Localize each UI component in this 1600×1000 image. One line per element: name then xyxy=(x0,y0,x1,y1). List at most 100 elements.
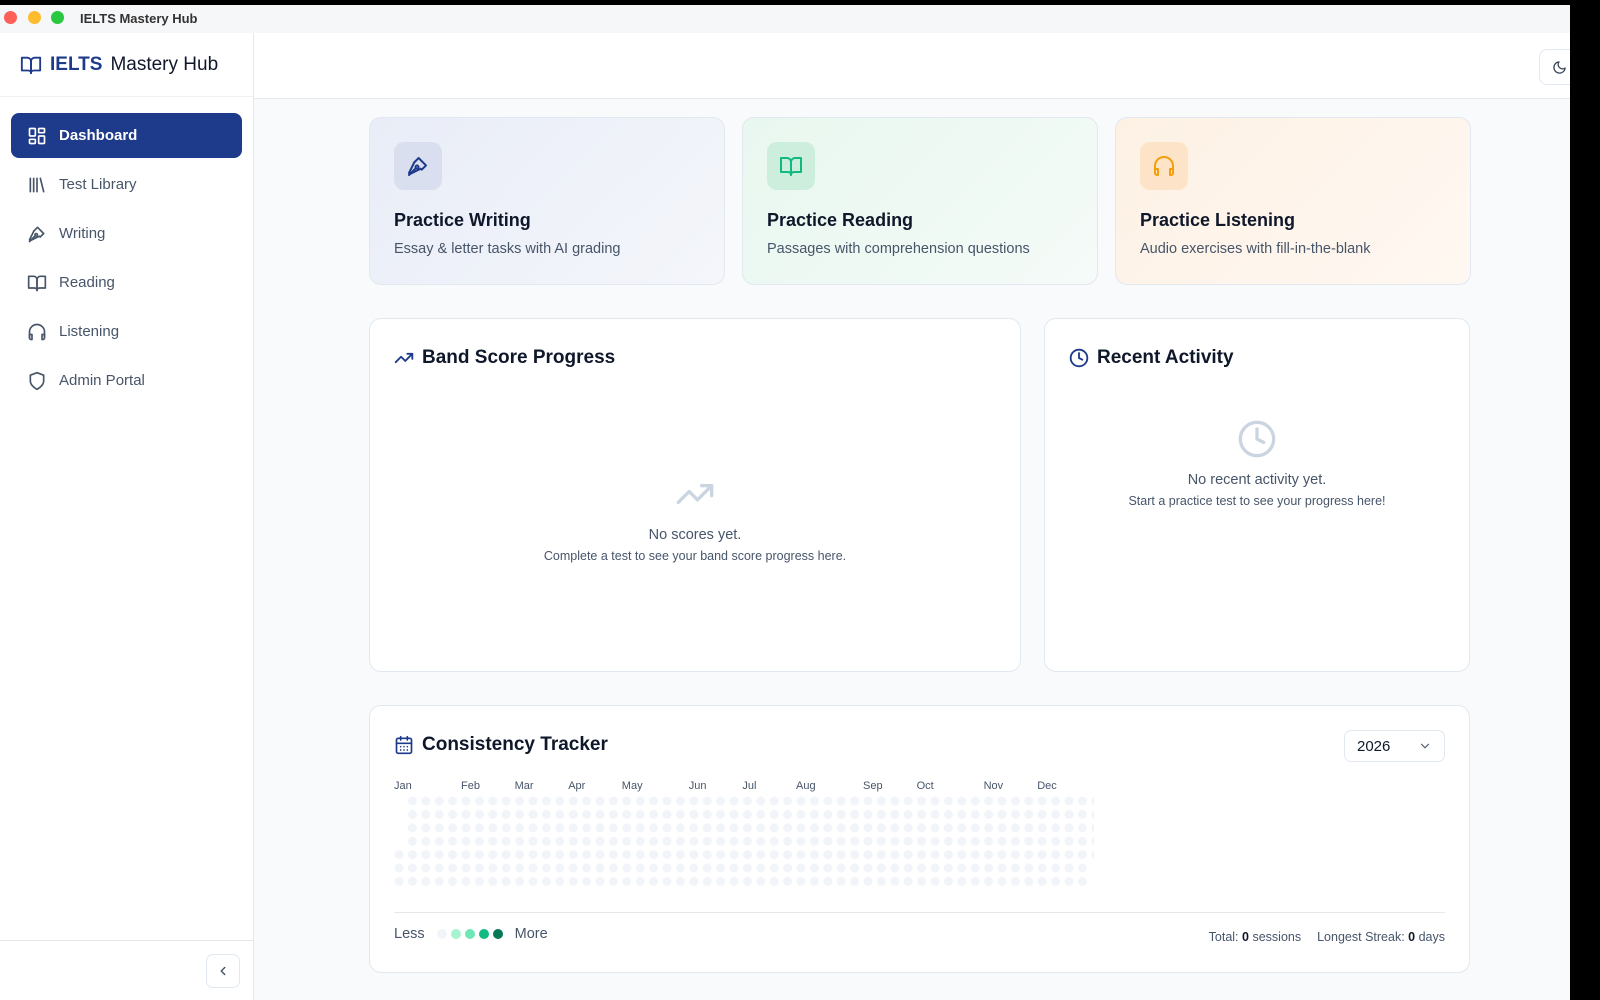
year-select[interactable]: 2026 xyxy=(1344,730,1445,762)
heatmap-cell xyxy=(595,863,605,873)
heatmap-cell xyxy=(823,823,833,833)
heatmap-cell xyxy=(1077,876,1087,886)
heatmap-cell xyxy=(823,809,833,819)
heatmap-cell xyxy=(742,836,752,846)
heatmap-cell xyxy=(649,863,659,873)
sidebar-item-dashboard[interactable]: Dashboard xyxy=(11,113,242,158)
heatmap-cell xyxy=(461,796,471,806)
close-window-button[interactable] xyxy=(4,11,17,24)
heatmap-cell xyxy=(863,823,873,833)
heatmap-cell xyxy=(488,796,498,806)
heatmap-cell xyxy=(555,809,565,819)
heatmap-cell xyxy=(662,876,672,886)
card-header: Consistency Tracker xyxy=(394,734,608,756)
heatmap-cell xyxy=(917,809,927,819)
heatmap-cell xyxy=(1077,823,1087,833)
heatmap-cell xyxy=(555,836,565,846)
heatmap-cell xyxy=(836,823,846,833)
practice-listening-card[interactable]: Practice Listening Audio exercises with … xyxy=(1115,117,1471,285)
sidebar-item-label: Dashboard xyxy=(59,127,138,144)
minimize-window-button[interactable] xyxy=(28,11,41,24)
heatmap-cell xyxy=(528,809,538,819)
heatmap-cell xyxy=(501,850,511,860)
heatmap-cell xyxy=(488,850,498,860)
heatmap-cell xyxy=(421,836,431,846)
theme-toggle-button[interactable] xyxy=(1539,49,1570,85)
heatmap-cell xyxy=(1010,809,1020,819)
heatmap-cell xyxy=(823,850,833,860)
card-header: Band Score Progress xyxy=(394,347,615,369)
collapse-sidebar-button[interactable] xyxy=(206,954,240,988)
heatmap-cell xyxy=(582,863,592,873)
heatmap-cell xyxy=(407,876,417,886)
heatmap-cell xyxy=(608,863,618,873)
legend-swatch xyxy=(478,929,489,939)
heatmap-cell xyxy=(863,850,873,860)
heatmap-cell xyxy=(702,876,712,886)
heatmap-cell xyxy=(474,836,484,846)
legend-less-label: Less xyxy=(394,926,425,942)
heatmap-cell xyxy=(528,863,538,873)
heatmap-cell xyxy=(890,809,900,819)
heatmap-cell xyxy=(1024,850,1034,860)
brand-logo[interactable]: IELTS Mastery Hub xyxy=(0,33,253,97)
heatmap-cell xyxy=(555,863,565,873)
heatmap-cell xyxy=(876,850,886,860)
maximize-window-button[interactable] xyxy=(51,11,64,24)
heatmap-cell xyxy=(756,863,766,873)
heatmap-cell xyxy=(957,863,967,873)
heatmap-cell xyxy=(702,836,712,846)
heatmap-cell xyxy=(622,850,632,860)
heatmap-cell xyxy=(943,876,953,886)
sidebar-item-label: Listening xyxy=(59,323,120,340)
sidebar-item-admin-portal[interactable]: Admin Portal xyxy=(11,358,242,403)
heatmap-cell xyxy=(809,836,819,846)
month-label: Jul xyxy=(742,780,757,792)
heatmap-cell xyxy=(970,876,980,886)
sidebar-item-listening[interactable]: Listening xyxy=(11,309,242,354)
heatmap-cell xyxy=(541,876,551,886)
heatmap-cell xyxy=(729,823,739,833)
practice-writing-card[interactable]: Practice Writing Essay & letter tasks wi… xyxy=(369,117,725,285)
heatmap-cell xyxy=(836,836,846,846)
heatmap-cell xyxy=(474,876,484,886)
heatmap-cell xyxy=(461,863,471,873)
heatmap-cell xyxy=(541,836,551,846)
heatmap-cell xyxy=(1010,836,1020,846)
heatmap-cell xyxy=(1091,796,1094,806)
heatmap-cell xyxy=(716,796,726,806)
heatmap-cell xyxy=(957,876,967,886)
heatmap-cell xyxy=(595,809,605,819)
sidebar-item-writing[interactable]: Writing xyxy=(11,211,242,256)
heatmap-cell xyxy=(1077,809,1087,819)
heatmap-cell xyxy=(769,809,779,819)
heatmap-cell xyxy=(809,823,819,833)
heatmap-cell xyxy=(850,863,860,873)
heatmap-cell xyxy=(783,809,793,819)
heatmap-cell xyxy=(635,809,645,819)
heatmap-cell xyxy=(917,836,927,846)
heatmap-cell xyxy=(943,823,953,833)
sidebar-item-test-library[interactable]: Test Library xyxy=(11,162,242,207)
heatmap-cell xyxy=(756,809,766,819)
top-bar xyxy=(254,33,1570,99)
sidebar-item-reading[interactable]: Reading xyxy=(11,260,242,305)
heatmap-cell xyxy=(649,876,659,886)
month-label: Apr xyxy=(568,780,586,792)
empty-state-subtitle: Complete a test to see your band score p… xyxy=(543,549,847,563)
heatmap-cell xyxy=(729,876,739,886)
legend-more-label: More xyxy=(514,926,548,942)
heatmap-cell xyxy=(823,863,833,873)
heatmap-cell xyxy=(769,863,779,873)
practice-reading-card[interactable]: Practice Reading Passages with comprehen… xyxy=(742,117,1098,285)
heatmap-cell xyxy=(702,809,712,819)
heatmap-cell xyxy=(421,850,431,860)
heatmap-cell xyxy=(930,863,940,873)
heatmap-cell xyxy=(769,850,779,860)
heatmap-cell xyxy=(943,836,953,846)
practice-writing-icon-box xyxy=(394,142,442,190)
heatmap-cell xyxy=(568,836,578,846)
heatmap-cell xyxy=(474,809,484,819)
heatmap-cell xyxy=(434,850,444,860)
heatmap-cell xyxy=(407,809,417,819)
